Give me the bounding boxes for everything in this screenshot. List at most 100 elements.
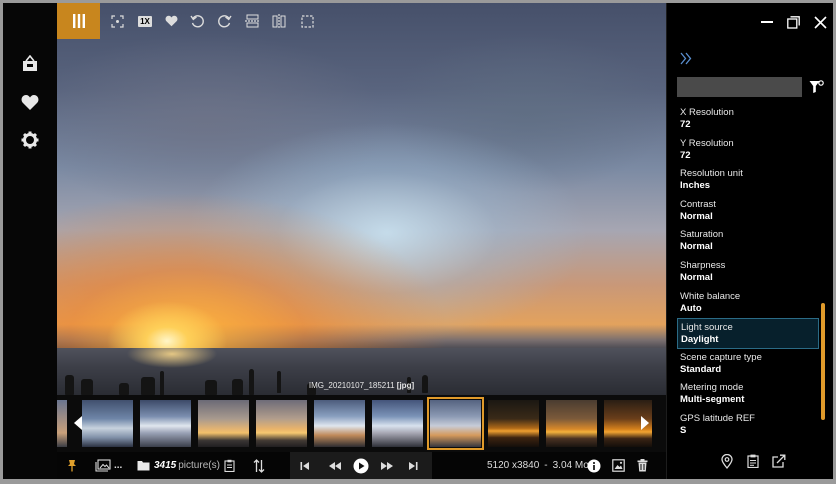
play-button[interactable] [353,457,369,474]
crop-icon[interactable] [297,11,317,31]
exif-property-row[interactable]: Metering mode Multi-segment [677,379,819,410]
exif-property-label: Y Resolution [680,137,734,149]
exif-property-label: Light source [681,322,733,334]
exif-property-row[interactable]: Contrast Normal [677,196,819,227]
image-dimensions: 5120 x3840 [487,460,540,471]
thumbnail[interactable] [488,400,539,447]
heart-icon[interactable] [17,89,43,115]
thumbnail[interactable] [546,400,597,447]
left-sidebar [3,3,57,479]
image-info: 5120 x3840 - 3.04 Mo [487,457,589,474]
photo-view[interactable]: IMG_20210107_185211 [jpg] [57,3,666,395]
exif-property-row[interactable]: White balance Auto [677,288,819,319]
top-toolbar: 1X [57,3,666,39]
exif-property-row[interactable]: Sharpness Normal [677,257,819,288]
exif-property-row[interactable]: Saturation Normal [677,226,819,257]
sort-icon[interactable] [253,457,265,474]
exif-property-label: Saturation [680,229,724,241]
thumbnail[interactable] [82,400,133,447]
exif-property-row[interactable]: Light source Daylight [677,318,819,349]
location-icon[interactable] [718,452,736,470]
picture-count-number: 3415 [154,460,177,471]
exif-properties-list: X Resolution 72 Y Resolution 72 Resolution u… [677,104,819,441]
export-icon[interactable] [770,452,788,470]
folder-icon[interactable] [17,51,43,77]
folder-icon [137,461,150,471]
zoom-label: 1X [138,15,152,27]
exif-property-row[interactable]: Y Resolution 72 [677,135,819,166]
exif-property-value: Inches [680,180,711,192]
thumbnail[interactable] [57,400,67,447]
thumbnail[interactable] [140,400,191,447]
thumbnail[interactable] [198,400,249,447]
minimize-icon[interactable] [758,13,776,31]
exif-property-value: S [680,424,687,436]
photo-filename: IMG_20210107_185211 [jpg] [308,381,415,390]
exif-property-row[interactable]: GPS latitude REF S [677,410,819,441]
folder-ellipsis: ... [114,460,123,471]
exif-property-label: X Resolution [680,107,734,118]
exif-panel: X Resolution 72 Y Resolution 72 Resolution u… [666,3,833,479]
filter-icon[interactable] [808,79,824,95]
exif-property-value: Auto [680,302,702,314]
flip-vertical-icon[interactable] [242,11,262,31]
restore-icon[interactable] [784,13,802,31]
bottom-bar: ... 3415 picture(s) 5120 x3840 - 3.04 Mo [57,452,666,479]
exif-search-input[interactable] [677,77,802,97]
rotate-left-icon[interactable] [187,11,207,31]
thumbnail[interactable] [372,400,423,447]
exif-property-value: 72 [680,149,691,161]
gear-icon[interactable] [17,127,43,153]
exif-property-label: Contrast [680,198,716,210]
exif-property-value: Standard [680,363,722,375]
exif-property-value: Normal [680,271,713,283]
columns-icon[interactable] [57,3,100,39]
exif-property-label: Sharpness [680,259,726,271]
panel-scrollbar[interactable] [821,303,825,420]
thumbnail[interactable] [314,400,365,447]
collapse-panel-icon[interactable] [677,49,695,67]
exif-property-value: Daylight [681,334,719,346]
exif-property-value: Normal [680,241,713,253]
thumbnail[interactable] [256,400,307,447]
info-separator: - [544,460,548,471]
flip-horizontal-icon[interactable] [269,11,289,31]
picture-count: 3415 picture(s) [137,457,220,474]
playback-controls [290,452,432,479]
play-icon [353,458,369,473]
exif-property-label: White balance [680,290,741,302]
image-filesize: 3.04 Mo [552,460,589,471]
exif-property-label: GPS latitude REF [680,412,755,424]
picture-count-unit: picture(s) [178,460,220,471]
heart-icon[interactable] [161,11,181,31]
pin-icon[interactable] [67,457,77,474]
next-arrow-icon[interactable] [638,413,652,433]
rewind-icon[interactable] [328,457,342,474]
photo-sun-reflection [127,348,217,378]
exif-property-row[interactable]: X Resolution 72 [677,104,819,135]
fast-forward-icon[interactable] [380,457,394,474]
zoom-1x-icon[interactable]: 1X [135,11,155,31]
image-folder-icon [95,459,111,472]
rotate-right-icon[interactable] [214,11,234,31]
close-icon[interactable] [811,13,829,31]
copy-clipboard-icon[interactable] [744,452,762,470]
exif-property-row[interactable]: Scene capture type Standard [677,349,819,380]
exif-property-value: Multi-segment [680,394,745,406]
exif-property-value: 72 [680,119,691,130]
clipboard-icon[interactable] [224,457,235,474]
app-window: IMG_20210107_185211 [jpg] 1X ... 3415 pi… [3,3,833,479]
exif-property-row[interactable]: Resolution unit Inches [677,165,819,196]
first-image-icon[interactable] [300,457,310,474]
fit-icon[interactable] [107,11,127,31]
exif-property-label: Resolution unit [680,168,743,180]
last-image-icon[interactable] [408,457,418,474]
browse-folder-button[interactable]: ... [95,457,122,474]
exif-property-label: Scene capture type [680,351,762,363]
slideshow-icon[interactable] [612,457,625,474]
trash-icon[interactable] [637,457,648,474]
exif-property-value: Normal [680,210,713,222]
thumbnail-selected[interactable] [427,397,484,450]
info-icon[interactable] [587,457,601,474]
thumbnail-strip [57,395,666,452]
